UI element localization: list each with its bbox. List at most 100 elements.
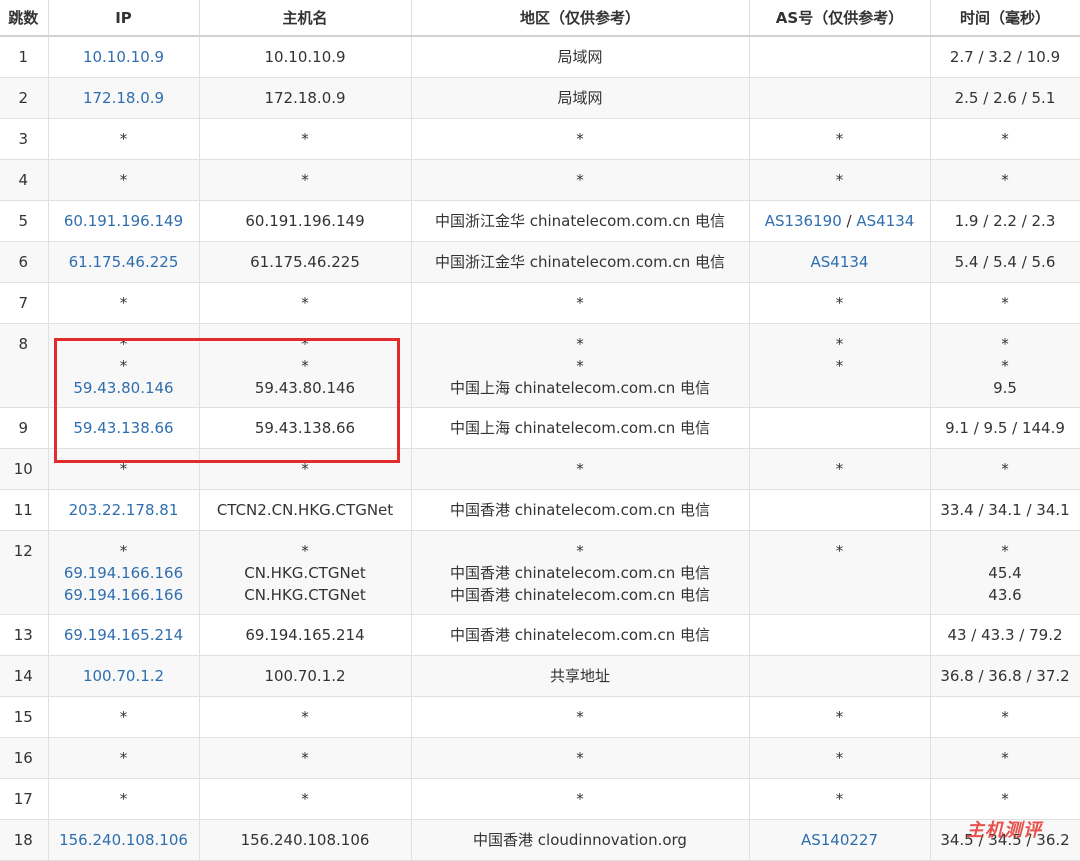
as-cell — [749, 407, 931, 449]
region-text: 中国上海 chinatelecom.com.cn 电信 — [449, 419, 711, 437]
table-row: 16 * * * * * — [0, 737, 1080, 779]
time-cell: * — [930, 448, 1080, 490]
table-row: 4 * * * * * — [0, 159, 1080, 201]
hop-cell: 12 — [0, 530, 49, 615]
ip-link[interactable]: 172.18.0.9 — [49, 87, 199, 109]
time-text: 9.1 / 9.5 / 144.9 — [945, 419, 1065, 437]
time-cell: 36.8 / 36.8 / 37.2 — [930, 655, 1080, 697]
as-line: * — [750, 458, 930, 480]
hop-number: 15 — [13, 708, 33, 726]
hop-number: 2 — [18, 89, 29, 107]
time-text: 2.5 / 2.6 / 5.1 — [954, 89, 1056, 107]
hostname-text: * — [301, 335, 309, 353]
hop-number: 16 — [13, 749, 33, 767]
as-cell: * — [749, 737, 931, 779]
hostname-text: 100.70.1.2 — [264, 667, 346, 685]
hostname-text: * — [301, 171, 309, 189]
time-text: * — [1001, 460, 1009, 478]
table-row: 7 * * * * * — [0, 282, 1080, 324]
hostname-text: 156.240.108.106 — [240, 831, 370, 849]
as-line: * — [750, 292, 930, 314]
hop-number: 13 — [13, 626, 33, 644]
region-text: 局域网 — [557, 89, 603, 107]
table-row: 8 * * 59.43.80.146 * * 59.43.80.146 * * 中国上海 chin… — [0, 323, 1080, 408]
region-cell: * — [411, 282, 750, 324]
table-row: 1 10.10.10.9 10.10.10.9 局域网 2.7 / 3.2 / 10.… — [0, 36, 1080, 78]
region-text: * — [576, 542, 584, 560]
hop-cell: 17 — [0, 778, 49, 820]
ip-link[interactable]: 69.194.166.166 — [49, 584, 199, 606]
time-text: 36.8 / 36.8 / 37.2 — [940, 667, 1070, 685]
region-text: 中国香港 chinatelecom.com.cn 电信 — [449, 626, 711, 644]
time-cell: * 45.4 43.6 — [930, 530, 1080, 615]
ip-link[interactable]: 10.10.10.9 — [49, 46, 199, 68]
region-cell: * — [411, 118, 750, 160]
as-link[interactable]: AS140227 — [801, 831, 878, 849]
as-cell: AS4134 — [749, 241, 931, 283]
table-row: 3 * * * * * — [0, 118, 1080, 160]
ip-link[interactable]: 60.191.196.149 — [49, 210, 199, 232]
as-cell — [749, 614, 931, 656]
hostname-text: 59.43.80.146 — [254, 379, 356, 397]
hop-cell: 7 — [0, 282, 49, 324]
as-cell — [749, 489, 931, 531]
hop-number: 6 — [18, 253, 29, 271]
traceroute-table: 跳数 IP 主机名 地区（仅供参考） AS号（仅供参考） 时间（毫秒） 1 10.… — [0, 0, 1080, 861]
hostname-cell: * — [199, 696, 412, 738]
hostname-text: CN.HKG.CTGNet — [244, 564, 366, 582]
ip-link[interactable]: 59.43.138.66 — [49, 417, 199, 439]
hostname-cell: CTCN2.CN.HKG.CTGNet — [199, 489, 412, 531]
hop-number: 11 — [13, 501, 33, 519]
ip-link[interactable]: 69.194.165.214 — [49, 624, 199, 646]
table-row: 18 156.240.108.106 156.240.108.106 中国香港 clo… — [0, 819, 1080, 861]
region-text: * — [576, 294, 584, 312]
as-link[interactable]: AS4134 — [856, 212, 914, 230]
region-cell: 中国浙江金华 chinatelecom.com.cn 电信 — [411, 200, 750, 242]
header-time: 时间（毫秒） — [930, 0, 1080, 37]
time-cell: * — [930, 159, 1080, 201]
ip-cell: * — [48, 778, 200, 820]
ip-link[interactable]: 203.22.178.81 — [49, 499, 199, 521]
time-cell: 2.7 / 3.2 / 10.9 — [930, 36, 1080, 78]
ip-link[interactable]: 156.240.108.106 — [49, 829, 199, 851]
ip-link[interactable]: 100.70.1.2 — [49, 665, 199, 687]
as-line — [750, 499, 930, 521]
time-cell: * — [930, 118, 1080, 160]
time-text: * — [1001, 749, 1009, 767]
region-text: * — [576, 171, 584, 189]
as-cell: AS140227 — [749, 819, 931, 861]
ip-link[interactable]: 61.175.46.225 — [49, 251, 199, 273]
hostname-text: * — [301, 357, 309, 375]
table-row: 15 * * * * * — [0, 696, 1080, 738]
region-text: 中国浙江金华 chinatelecom.com.cn 电信 — [434, 212, 726, 230]
hop-cell: 10 — [0, 448, 49, 490]
region-text: 中国香港 chinatelecom.com.cn 电信 — [449, 501, 711, 519]
ip-link: * — [119, 294, 128, 312]
region-text: * — [576, 749, 584, 767]
watermark: 主机测评 — [966, 820, 1042, 841]
ip-cell: * — [48, 118, 200, 160]
as-line — [750, 417, 930, 439]
as-text: * — [835, 335, 844, 353]
hop-number: 3 — [18, 130, 29, 148]
as-cell: * — [749, 118, 931, 160]
as-line — [750, 584, 930, 606]
as-line: * — [750, 128, 930, 150]
ip-link[interactable]: 59.43.80.146 — [49, 377, 199, 399]
table-row: 12 * 69.194.166.166 69.194.166.166 * CN.HKG.C… — [0, 530, 1080, 615]
as-link[interactable]: AS4134 — [811, 253, 869, 271]
time-text: 9.5 — [993, 379, 1017, 397]
hostname-cell: * * 59.43.80.146 — [199, 323, 412, 408]
ip-link[interactable]: 69.194.166.166 — [49, 562, 199, 584]
hostname-text: * — [301, 460, 309, 478]
table-row: 11 203.22.178.81 CTCN2.CN.HKG.CTGNet 中国香港 c… — [0, 489, 1080, 531]
hostname-text: * — [301, 294, 309, 312]
hop-cell: 2 — [0, 77, 49, 119]
region-cell: 中国香港 chinatelecom.com.cn 电信 — [411, 489, 750, 531]
time-cell: 5.4 / 5.4 / 5.6 — [930, 241, 1080, 283]
hostname-cell: * — [199, 159, 412, 201]
region-text: 中国香港 chinatelecom.com.cn 电信 — [449, 564, 711, 582]
hop-cell: 6 — [0, 241, 49, 283]
hop-cell: 16 — [0, 737, 49, 779]
as-link[interactable]: AS136190 — [765, 212, 842, 230]
